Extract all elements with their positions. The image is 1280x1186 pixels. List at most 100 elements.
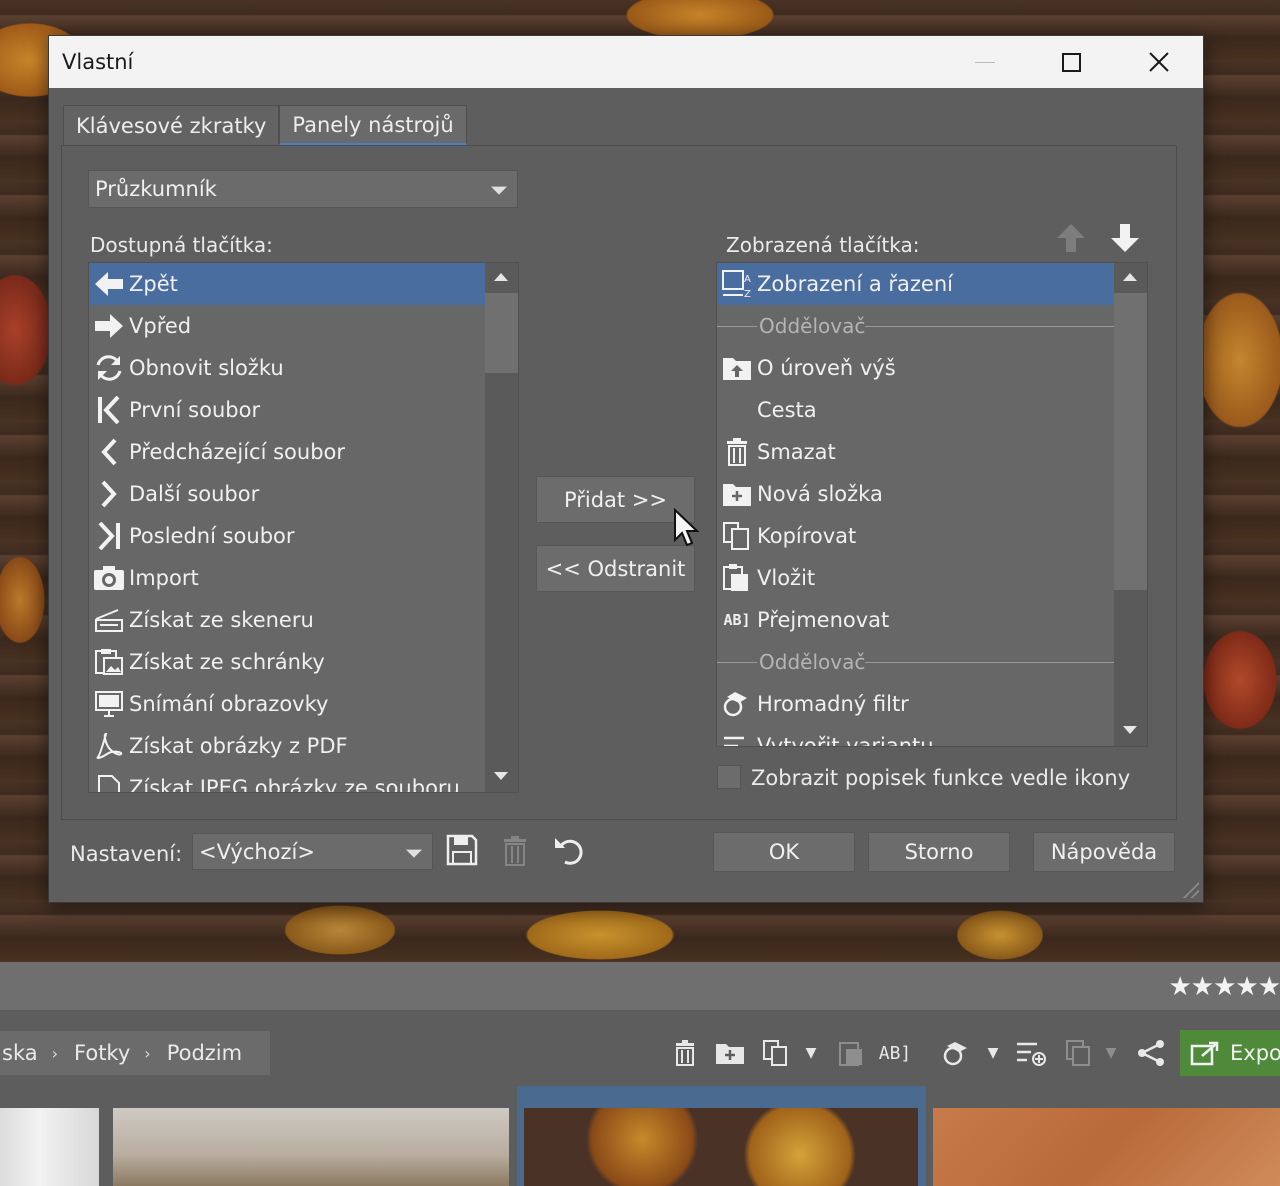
duplicate-icon: [1062, 1036, 1096, 1070]
list-item[interactable]: Hromadný filtr: [717, 683, 1114, 725]
preset-select[interactable]: <Výchozí>: [192, 833, 433, 870]
move-down-button[interactable]: [1109, 222, 1141, 254]
thumbnail[interactable]: [933, 1108, 1280, 1186]
variant-icon: [717, 733, 757, 746]
maximize-button[interactable]: [1041, 36, 1101, 88]
chevron-down-icon[interactable]: ▼: [798, 1036, 824, 1070]
list-item[interactable]: Další soubor: [89, 473, 485, 515]
export-button[interactable]: Expo: [1180, 1030, 1280, 1076]
scrollbar[interactable]: [485, 263, 518, 792]
export-label: Expo: [1230, 1041, 1280, 1065]
list-item[interactable]: Získat ze skeneru: [89, 599, 485, 641]
list-item-label: Vložit: [757, 566, 816, 590]
list-item[interactable]: Kopírovat: [717, 515, 1114, 557]
scrollbar-thumb[interactable]: [1114, 293, 1147, 590]
thumbnail[interactable]: [524, 1108, 918, 1186]
show-label-checkbox-label[interactable]: Zobrazit popisek funkce vedle ikony: [751, 766, 1130, 790]
list-item[interactable]: První soubor: [89, 389, 485, 431]
list-item[interactable]: Vytvořit variantu: [717, 725, 1114, 746]
available-buttons-list[interactable]: Zpět Vpřed Obnovit složku První soubor P…: [88, 262, 519, 793]
list-item[interactable]: Cesta: [717, 389, 1114, 431]
camera-icon: [89, 565, 129, 591]
list-item[interactable]: Poslední soubor: [89, 515, 485, 557]
scrollbar[interactable]: [1114, 263, 1147, 746]
list-item-label: Hromadný filtr: [757, 692, 909, 716]
toolbar-select[interactable]: Průzkumník: [88, 170, 518, 208]
chevron-down-icon[interactable]: [1123, 726, 1137, 734]
thumbnail[interactable]: [0, 1108, 99, 1186]
displayed-buttons-list[interactable]: AZ Zobrazení a řazení Oddělovač O úroveň…: [716, 262, 1148, 747]
breadcrumb-item[interactable]: Podzim: [167, 1041, 242, 1065]
tab-keyboard-shortcuts[interactable]: Klávesové zkratky: [63, 105, 280, 145]
tab-toolbars[interactable]: Panely nástrojů: [279, 105, 467, 145]
list-item[interactable]: Import: [89, 557, 485, 599]
list-item[interactable]: Získat JPEG obrázky ze souboru: [89, 767, 485, 793]
list-item[interactable]: AB] Přejmenovat: [717, 599, 1114, 641]
last-file-icon: [89, 522, 129, 550]
separator-item[interactable]: Oddělovač: [717, 641, 1114, 683]
copy-icon[interactable]: [760, 1036, 794, 1070]
batch-filter-icon: [717, 690, 757, 718]
mouse-cursor-icon: [674, 508, 699, 547]
export-icon: [1190, 1040, 1220, 1066]
help-button[interactable]: Nápověda: [1033, 832, 1175, 872]
chevron-down-icon: [406, 849, 422, 858]
chevron-up-icon[interactable]: [1123, 273, 1137, 281]
thumbnail[interactable]: [113, 1108, 509, 1186]
preset-label: Nastavení:: [70, 842, 183, 866]
list-item[interactable]: Snímání obrazovky: [89, 683, 485, 725]
chevron-down-icon[interactable]: [494, 772, 508, 780]
clipboard-image-icon: [89, 648, 129, 676]
add-button[interactable]: Přidat >>: [536, 476, 695, 523]
list-item[interactable]: Získat obrázky z PDF: [89, 725, 485, 767]
save-preset-button[interactable]: [446, 834, 478, 866]
resize-grip-icon[interactable]: [1181, 880, 1199, 898]
list-item[interactable]: Předcházející soubor: [89, 431, 485, 473]
list-item[interactable]: O úroveň výš: [717, 347, 1114, 389]
separator-item[interactable]: Oddělovač: [717, 305, 1114, 347]
ok-button[interactable]: OK: [713, 832, 855, 872]
svg-text:A: A: [744, 274, 751, 285]
list-item-label: Import: [129, 566, 199, 590]
rename-icon[interactable]: AB]: [878, 1036, 912, 1070]
list-item[interactable]: Obnovit složku: [89, 347, 485, 389]
list-item-label: Zobrazení a řazení: [757, 272, 953, 296]
trash-icon[interactable]: [668, 1036, 702, 1070]
separator-line: [865, 661, 1114, 663]
breadcrumb: ska › Fotky › Podzim: [0, 1031, 270, 1075]
batch-filter-icon[interactable]: [940, 1036, 974, 1070]
list-item-label: Další soubor: [129, 482, 260, 506]
list-item[interactable]: AZ Zobrazení a řazení: [717, 263, 1114, 305]
list-item-label: O úroveň výš: [757, 356, 896, 380]
reset-preset-button[interactable]: [553, 834, 587, 868]
paste-icon: [717, 563, 757, 593]
remove-button[interactable]: << Odstranit: [536, 545, 695, 592]
paste-icon: [834, 1036, 868, 1070]
cancel-button[interactable]: Storno: [868, 832, 1010, 872]
show-label-checkbox[interactable]: [717, 765, 741, 789]
new-folder-icon[interactable]: [713, 1036, 747, 1070]
list-item[interactable]: Vložit: [717, 557, 1114, 599]
list-item[interactable]: Smazat: [717, 431, 1114, 473]
list-item-label: Získat JPEG obrázky ze souboru: [129, 776, 460, 793]
list-item[interactable]: Zpět: [89, 263, 485, 305]
share-icon[interactable]: [1134, 1036, 1168, 1070]
list-item[interactable]: Vpřed: [89, 305, 485, 347]
list-item[interactable]: Získat ze schránky: [89, 641, 485, 683]
sliders-add-icon[interactable]: [1014, 1036, 1048, 1070]
chevron-down-icon[interactable]: ▼: [980, 1036, 1006, 1070]
title-bar: Vlastní: [49, 36, 1203, 88]
breadcrumb-item[interactable]: ska: [2, 1041, 38, 1065]
chevron-up-icon[interactable]: [494, 273, 508, 281]
refresh-icon: [89, 353, 129, 383]
chevron-right-icon: ›: [51, 1043, 59, 1063]
list-item[interactable]: Nová složka: [717, 473, 1114, 515]
arrow-left-icon: [89, 271, 129, 297]
scrollbar-thumb[interactable]: [485, 293, 518, 373]
view-sort-icon: AZ: [717, 269, 757, 299]
displayed-buttons-label: Zobrazená tlačítka:: [726, 233, 920, 257]
close-button[interactable]: [1129, 36, 1189, 88]
star-rating[interactable]: ★★★★★: [1168, 972, 1280, 1002]
pdf-icon: [89, 732, 129, 760]
breadcrumb-item[interactable]: Fotky: [74, 1041, 130, 1065]
